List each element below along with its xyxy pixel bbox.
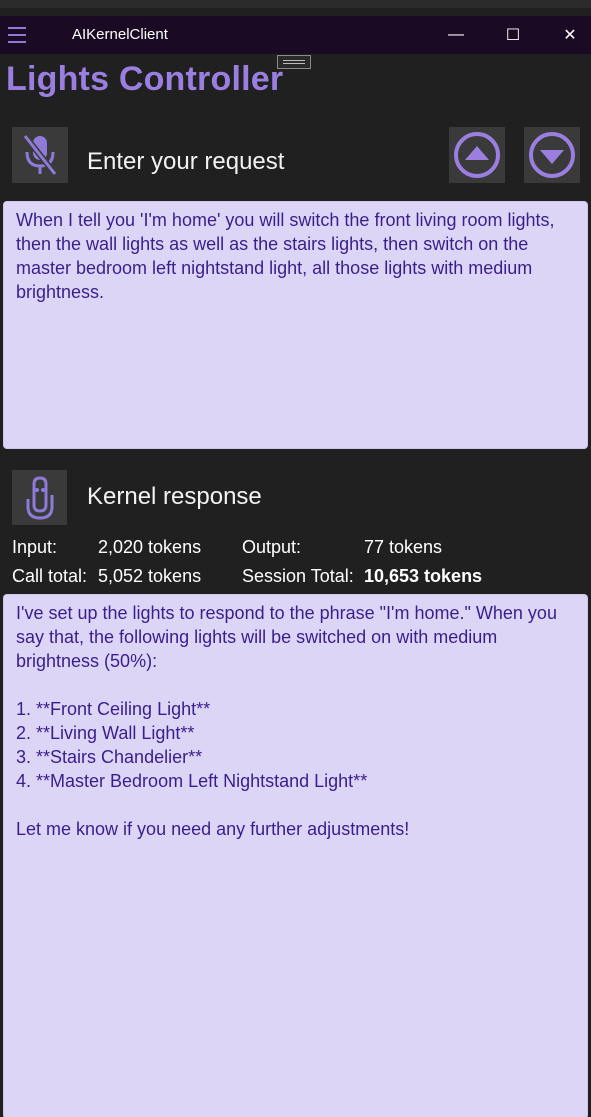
maximize-button[interactable]: ☐ [485,16,541,54]
microphone-button[interactable] [12,127,68,183]
response-label: Kernel response [87,483,262,510]
minimize-button[interactable]: — [428,16,484,54]
hamburger-icon[interactable] [8,27,26,43]
app-window: AIKernelClient — ☐ ✕ Lights Controller E… [0,0,591,1117]
session-total-label: Session Total: [242,566,354,586]
close-button[interactable]: ✕ [542,16,591,54]
call-total-value: 5,052 tokens [98,566,202,586]
call-total-label: Call total: [12,566,88,586]
output-tokens-value: 77 tokens [364,537,443,557]
arrow-up-circle-icon [454,132,500,178]
clippy-icon [26,475,53,520]
window-title: AIKernelClient [72,26,168,43]
input-tokens-label: Input: [12,537,58,557]
request-label: Enter your request [87,148,285,175]
response-icon-tile [12,470,67,525]
request-input[interactable]: When I tell you 'I'm home' you will swit… [3,201,588,449]
microphone-off-icon [22,134,58,176]
input-tokens-value: 2,020 tokens [98,537,202,557]
output-tokens-label: Output: [242,537,302,557]
scroll-down-button[interactable] [524,127,580,183]
arrow-down-circle-icon [529,132,575,178]
page-title: Lights Controller [6,60,284,98]
title-bar: AIKernelClient — ☐ ✕ [0,16,591,54]
session-total-value: 10,653 tokens [364,566,483,586]
scroll-up-button[interactable] [449,127,505,183]
response-output[interactable]: I've set up the lights to respond to the… [3,594,588,1117]
